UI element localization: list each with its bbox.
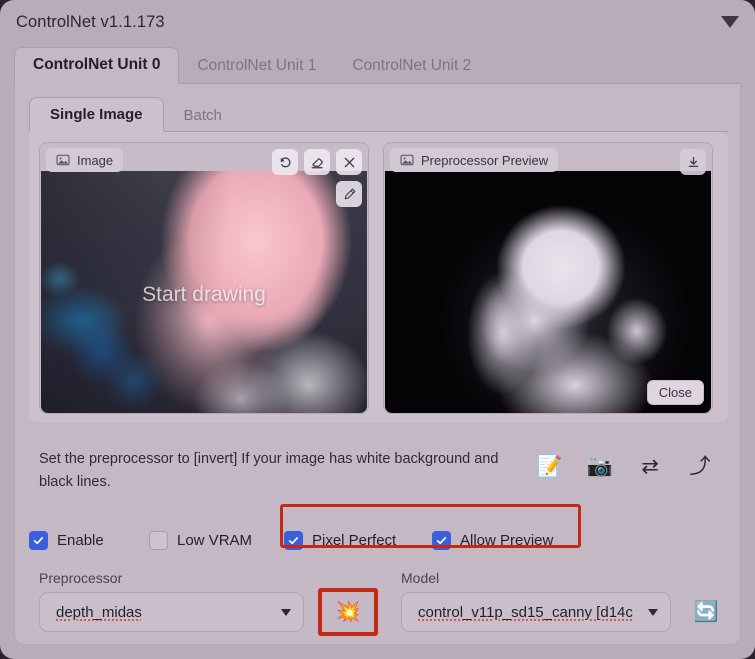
chevron-down-icon xyxy=(648,609,658,616)
preview-chip-label: Preprocessor Preview xyxy=(421,153,548,168)
depth-map-preview xyxy=(385,171,711,413)
close-preview-button[interactable]: Close xyxy=(647,380,704,405)
controlnet-header: ControlNet v1.1.173 xyxy=(0,0,755,44)
image-panels-row: Start drawing Image xyxy=(29,132,728,422)
brush-icon[interactable] xyxy=(336,181,362,207)
checkbox-enable-label: Enable xyxy=(57,532,104,549)
triangle-down-icon[interactable] xyxy=(721,16,739,28)
checkbox-enable[interactable]: Enable xyxy=(29,531,149,550)
tab-single-image[interactable]: Single Image xyxy=(29,97,164,132)
tab-controlnet-unit-0[interactable]: ControlNet Unit 0 xyxy=(14,47,179,84)
chevron-down-icon xyxy=(281,609,291,616)
checkbox-allow-preview-label: Allow Preview xyxy=(460,532,553,549)
preprocessor-hint: Set the preprocessor to [invert] If your… xyxy=(39,448,509,494)
tab-controlnet-unit-2[interactable]: ControlNet Unit 2 xyxy=(334,49,489,84)
preprocessor-select[interactable]: depth_midas xyxy=(39,592,304,632)
action-icon-group: 📝 📷 ⇄ ⤴ xyxy=(528,446,722,486)
checkbox-low-vram-box[interactable] xyxy=(149,531,168,550)
tab-controlnet-unit-1[interactable]: ControlNet Unit 1 xyxy=(179,49,334,84)
undo-icon[interactable] xyxy=(272,149,298,175)
input-image-canvas[interactable]: Start drawing xyxy=(41,171,367,413)
camera-icon[interactable]: 📷 xyxy=(578,446,622,486)
tab-batch[interactable]: Batch xyxy=(164,99,242,132)
checkbox-enable-box[interactable] xyxy=(29,531,48,550)
checkbox-low-vram[interactable]: Low VRAM xyxy=(149,531,284,550)
input-image-panel[interactable]: Start drawing Image xyxy=(39,142,369,414)
model-value: control_v11p_sd15_canny [d14c xyxy=(418,604,633,621)
checkbox-allow-preview-box[interactable] xyxy=(432,531,451,550)
swap-arrows-icon[interactable]: ⇄ xyxy=(628,446,672,486)
preprocessor-value: depth_midas xyxy=(56,604,142,621)
options-row: Enable Low VRAM Pixel Perfect Allow Prev… xyxy=(29,518,728,562)
controlnet-window: ControlNet v1.1.173 ControlNet Unit 0 Co… xyxy=(0,0,755,659)
checkbox-pixel-perfect-box[interactable] xyxy=(284,531,303,550)
preprocessor-preview-panel[interactable]: Preprocessor Preview Close xyxy=(383,142,713,414)
preprocessor-label: Preprocessor xyxy=(39,570,122,586)
preview-chip: Preprocessor Preview xyxy=(390,148,558,172)
page-title: ControlNet v1.1.173 xyxy=(16,13,165,32)
model-label: Model xyxy=(401,570,439,586)
controlnet-unit-panel: Single Image Batch Start drawing xyxy=(14,84,741,645)
model-select[interactable]: control_v11p_sd15_canny [d14c xyxy=(401,592,671,632)
start-drawing-label: Start drawing xyxy=(41,283,367,307)
checkbox-allow-preview[interactable]: Allow Preview xyxy=(432,531,553,550)
image-tool-row-bottom xyxy=(336,181,362,207)
download-icon[interactable] xyxy=(680,149,706,175)
checkbox-pixel-perfect[interactable]: Pixel Perfect xyxy=(284,531,432,550)
unit-tab-bar: ControlNet Unit 0 ControlNet Unit 1 Cont… xyxy=(14,44,741,84)
image-tool-group xyxy=(272,149,362,207)
checkbox-low-vram-label: Low VRAM xyxy=(177,532,252,549)
image-tool-row-top xyxy=(272,149,362,175)
input-image-chip: Image xyxy=(46,148,123,172)
image-icon xyxy=(400,153,414,167)
note-pencil-icon[interactable]: 📝 xyxy=(528,446,572,486)
model-config-row: Preprocessor depth_midas 💥 Model control… xyxy=(29,570,728,638)
checkbox-pixel-perfect-label: Pixel Perfect xyxy=(312,532,396,549)
close-icon[interactable] xyxy=(336,149,362,175)
eraser-icon[interactable] xyxy=(304,149,330,175)
image-icon xyxy=(56,153,70,167)
refresh-models-button[interactable]: 🔄 xyxy=(684,592,728,632)
input-image-chip-label: Image xyxy=(77,153,113,168)
source-tab-bar: Single Image Batch xyxy=(29,94,728,132)
upload-arrow-icon[interactable]: ⤴ xyxy=(678,446,722,486)
run-preprocessor-button[interactable]: 💥 xyxy=(322,592,374,632)
preprocessor-preview-canvas xyxy=(385,171,711,413)
